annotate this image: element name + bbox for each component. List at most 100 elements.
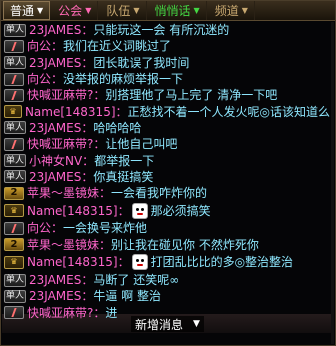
triangle-down-icon: ▼: [193, 6, 200, 15]
message-sender[interactable]: 23JAMES：: [29, 272, 93, 288]
solo-channel-badge: 单人: [4, 121, 26, 135]
tab-label: 悄悄话: [154, 3, 191, 18]
chat-message: ♛ Name[148315]： 正愁找不着一个人发火呢◎话该知道么: [4, 103, 330, 119]
message-text: 马断了 还笑呢∞: [93, 273, 180, 287]
tab-1[interactable]: 公会 ▼: [52, 1, 99, 20]
chat-message: 单人 23JAMES： 牛逼 啊 整治: [4, 288, 330, 304]
vip-crown-icon: ♛: [4, 255, 24, 269]
message-text: 牛逼 啊 整治: [93, 289, 162, 304]
message-sender[interactable]: 快喊亚麻带?：: [27, 87, 105, 103]
slash-icon: [4, 306, 24, 320]
tab-3[interactable]: 悄悄话 ▼: [149, 1, 207, 20]
message-text: 哈哈哈哈: [93, 120, 142, 135]
tab-2[interactable]: 队伍 ▼: [100, 1, 147, 20]
message-sender[interactable]: Name[148315]：: [27, 254, 130, 270]
team-badge: 2: [4, 238, 24, 252]
team-number: 2: [10, 187, 18, 199]
message-sender[interactable]: 快喊亚麻带?：: [27, 136, 105, 152]
slash-icon: [4, 221, 24, 235]
chat-message: 单人 23JAMES： 团长耽误了我时间: [4, 55, 330, 71]
message-text: 你真挺搞笑: [93, 169, 154, 184]
message-sender[interactable]: 向公：: [27, 71, 63, 87]
solo-channel-badge: 单人: [4, 289, 26, 303]
message-text: 那必须搞笑: [150, 203, 211, 218]
message-sender[interactable]: 向公：: [27, 38, 63, 54]
message-text: 只能玩这一会 有所沉迷的: [93, 23, 230, 38]
message-text: 别搭理他了马上完了 清净一下吧: [105, 88, 278, 103]
tab-4[interactable]: 频道 ▼: [209, 1, 255, 20]
slash-mark: [11, 41, 17, 51]
message-text: 我们在近义词眺过了: [63, 39, 172, 54]
chat-message: 向公： 没举报的麻烦举报一下: [4, 71, 330, 87]
chat-message: 2 苹果～墨镜妹： 别让我在碰见你 不然炸死你: [4, 237, 330, 253]
message-sender[interactable]: Name[148315]：: [27, 203, 130, 219]
triangle-down-icon: ▼: [133, 6, 140, 15]
message-sender[interactable]: 小神女NV：: [29, 153, 94, 169]
message-sender[interactable]: 23JAMES：: [29, 288, 93, 304]
chat-message: ♛ Name[148315]： 那必须搞笑: [4, 201, 330, 220]
message-sender[interactable]: 23JAMES：: [29, 169, 93, 185]
slash-mark: [11, 223, 17, 233]
solo-channel-badge: 单人: [4, 273, 26, 287]
message-text: 正愁找不着一个人发火呢◎话该知道么: [127, 104, 330, 119]
chat-scrollbar[interactable]: [331, 22, 334, 344]
chat-message: 单人 23JAMES： 只能玩这一会 有所沉迷的: [4, 22, 330, 38]
triangle-down-icon: ▼: [85, 6, 92, 15]
message-text: 打团乱比比的多◎整治整治: [150, 255, 294, 270]
tab-label: 队伍: [106, 3, 131, 18]
chat-tab-bar: 普通 ▼ 公会 ▼ 队伍 ▼ 悄悄话 ▼ 频道 ▼: [1, 1, 335, 21]
chat-message-list[interactable]: 单人 23JAMES： 只能玩这一会 有所沉迷的 向公： 我们在近义词眺过了 单人 23JA…: [4, 22, 330, 344]
new-messages-label: 新增消息: [135, 317, 184, 332]
tab-label: 普通: [10, 3, 35, 18]
slash-mark: [11, 74, 17, 84]
slash-mark: [11, 139, 17, 149]
message-text: 团长耽误了我时间: [93, 55, 190, 70]
solo-channel-badge: 单人: [4, 23, 26, 37]
message-sender[interactable]: Name[148315]：: [25, 104, 128, 120]
triangle-down-icon: ▼: [241, 6, 248, 15]
team-badge: 2: [4, 186, 24, 200]
message-sender[interactable]: 向公：: [27, 220, 63, 236]
message-sender[interactable]: 苹果～墨镜妹：: [27, 185, 111, 201]
solo-channel-badge: 单人: [4, 56, 26, 70]
slash-icon: [4, 137, 24, 151]
slash-icon: [4, 39, 24, 53]
message-text: 一会看我咋炸你的: [111, 186, 208, 201]
message-sender[interactable]: 苹果～墨镜妹：: [27, 237, 111, 253]
slash-mark: [11, 90, 17, 100]
chat-message: 2 苹果～墨镜妹： 一会看我咋炸你的: [4, 185, 330, 201]
chat-message: 快喊亚麻带?： 让他自己叫吧: [4, 136, 330, 152]
chat-message: 向公： 一会换号来炸他: [4, 220, 330, 236]
chat-message: ♛ Name[148315]： 打团乱比比的多◎整治整治: [4, 253, 330, 272]
message-text: 都举报一下: [94, 153, 155, 168]
new-messages-button[interactable]: 新增消息 ▼: [131, 316, 204, 332]
message-sender[interactable]: 快喊亚麻带?：: [27, 305, 105, 321]
message-sender[interactable]: 23JAMES：: [29, 22, 93, 38]
chat-message: 单人 23JAMES： 哈哈哈哈: [4, 120, 330, 136]
tab-label: 频道: [214, 3, 239, 18]
face-emote-icon: [131, 254, 148, 271]
chat-message: 单人 23JAMES： 马断了 还笑呢∞: [4, 272, 330, 288]
tab-label: 公会: [58, 3, 83, 18]
message-text: 一会换号来炸他: [63, 221, 148, 236]
face-emote-icon: [131, 202, 148, 219]
vip-crown-icon: ♛: [4, 204, 24, 218]
chat-window: 普通 ▼ 公会 ▼ 队伍 ▼ 悄悄话 ▼ 频道 ▼ 单人 23JAMES： 只能玩这一会 有所沉迷的向…: [0, 0, 336, 346]
triangle-down-icon: ▼: [37, 6, 44, 15]
slash-icon: [4, 88, 24, 102]
message-sender[interactable]: 23JAMES：: [29, 120, 93, 136]
slash-mark: [11, 308, 17, 318]
message-text: 没举报的麻烦举报一下: [63, 72, 184, 87]
message-sender[interactable]: 23JAMES：: [29, 55, 93, 71]
vip-crown-icon: ♛: [4, 105, 22, 119]
triangle-down-icon: ▼: [193, 319, 200, 329]
team-number: 2: [10, 238, 18, 250]
chat-message: 向公： 我们在近义词眺过了: [4, 38, 330, 54]
solo-channel-badge: 单人: [4, 170, 26, 184]
message-text: 进: [105, 305, 118, 320]
solo-channel-badge: 单人: [4, 154, 26, 168]
chat-message: 单人 小神女NV： 都举报一下: [4, 152, 330, 168]
message-text: 让他自己叫吧: [105, 137, 178, 152]
chat-message: 单人 23JAMES： 你真挺搞笑: [4, 169, 330, 185]
tab-0[interactable]: 普通 ▼: [3, 1, 51, 20]
